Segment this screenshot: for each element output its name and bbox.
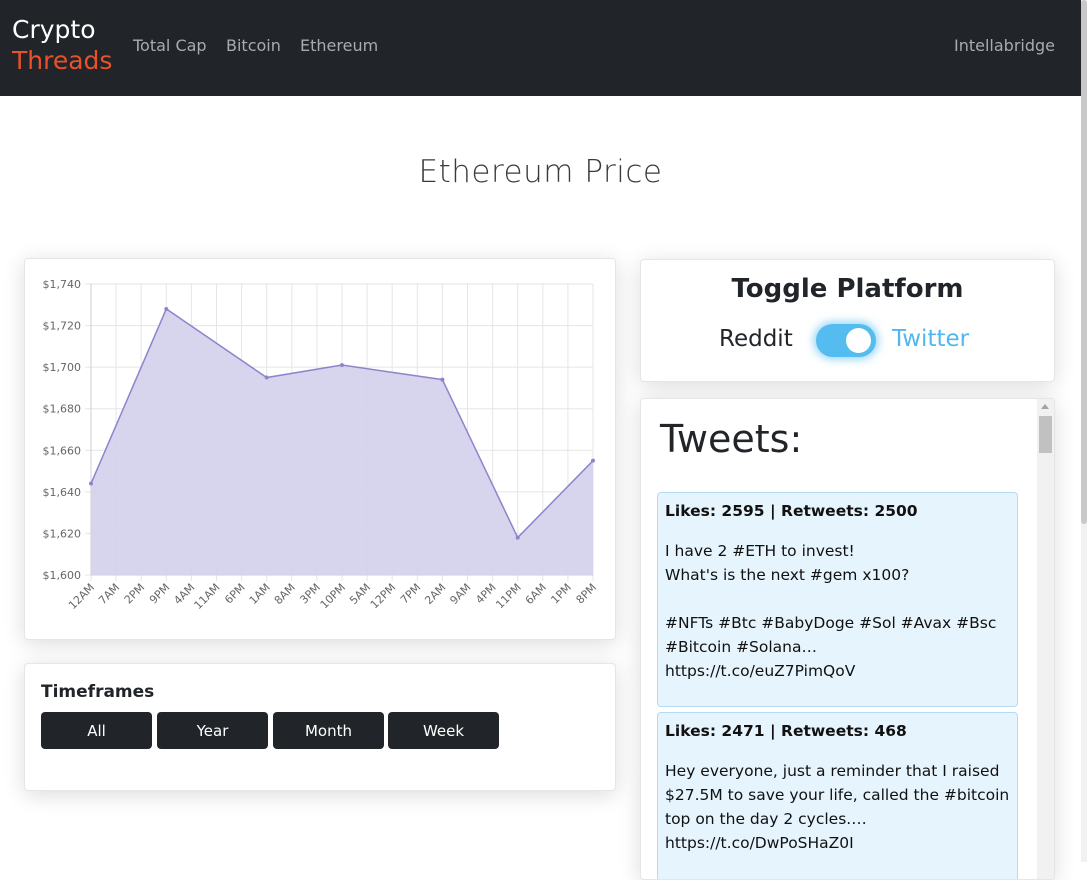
y-tick-label: $1,740 — [43, 278, 82, 291]
x-tick-label: 11AM — [191, 581, 222, 612]
brand-line2: Threads — [12, 46, 113, 75]
tweet-card: Likes: 2471 | Retweets: 468 Hey everyone… — [657, 712, 1018, 879]
tweet-card: Likes: 2595 | Retweets: 2500 I have 2 #E… — [657, 492, 1018, 707]
x-tick-label: 1AM — [247, 581, 273, 607]
brand-line1: Crypto — [12, 15, 96, 44]
y-tick-label: $1,640 — [43, 486, 82, 499]
timeframe-month-button[interactable]: Month — [273, 712, 384, 749]
y-tick-label: $1,720 — [43, 320, 82, 333]
x-tick-label: 2AM — [422, 581, 448, 607]
x-tick-label: 2PM — [122, 581, 148, 607]
x-tick-label: 8AM — [272, 581, 298, 607]
tweet-text: I have 2 #ETH to invest! What's is the n… — [665, 542, 997, 680]
page-scrollbar-thumb[interactable] — [1081, 0, 1087, 524]
x-tick-label: 7PM — [398, 581, 424, 607]
x-tick-label: 7AM — [96, 581, 122, 607]
timeframe-all-button[interactable]: All — [41, 712, 152, 749]
toggle-knob — [846, 328, 871, 353]
toggle-platform-title: Toggle Platform — [731, 274, 964, 304]
x-tick-label: 12AM — [66, 581, 97, 612]
price-point — [515, 535, 520, 540]
price-chart: $1,600 $1,620 $1,640 $1,660 $1,680 $1,700 $1,7… — [43, 278, 600, 612]
x-tick-label: 8PM — [574, 581, 600, 607]
nav-link-ethereum[interactable]: Ethereum — [300, 36, 378, 55]
tweets-scrollbar[interactable] — [1037, 399, 1054, 879]
price-point — [440, 377, 445, 382]
x-tick-label: 9PM — [147, 581, 173, 607]
scroll-up-arrow-icon[interactable] — [1041, 404, 1049, 409]
nav-link-total-cap[interactable]: Total Cap — [133, 36, 207, 55]
y-tick-label: $1,600 — [43, 569, 82, 582]
nav-link-bitcoin[interactable]: Bitcoin — [226, 36, 281, 55]
tweet-stats: Likes: 2471 | Retweets: 468 — [665, 722, 907, 740]
platform-toggle-switch[interactable] — [816, 324, 876, 357]
reddit-label[interactable]: Reddit — [719, 326, 793, 352]
page-title: Ethereum Price — [418, 154, 663, 190]
price-point — [164, 306, 169, 311]
x-tick-label: 10PM — [318, 581, 348, 611]
timeframe-year-button[interactable]: Year — [157, 712, 268, 749]
tweets-scrollbar-thumb[interactable] — [1039, 416, 1052, 453]
timeframes-card: Timeframes All Year Month Week — [24, 663, 616, 791]
y-tick-label: $1,700 — [43, 361, 82, 374]
twitter-label[interactable]: Twitter — [892, 326, 969, 352]
price-point — [340, 363, 344, 368]
nav-link-intellabridge[interactable]: Intellabridge — [954, 36, 1055, 55]
navbar: Crypto Threads Total Cap Bitcoin Ethereu… — [0, 0, 1081, 96]
tweets-panel: Tweets: Likes: 2595 | Retweets: 2500 I h… — [640, 398, 1055, 880]
tweet-text: Hey everyone, just a reminder that I rai… — [665, 762, 1010, 852]
price-point — [89, 481, 93, 486]
x-tick-label: 12PM — [368, 581, 398, 611]
timeframes-title: Timeframes — [41, 682, 155, 702]
y-tick-label: $1,660 — [43, 444, 82, 457]
price-point — [591, 458, 595, 463]
brand-logo[interactable]: Crypto Threads — [12, 14, 112, 76]
x-tick-label: 11PM — [493, 581, 523, 611]
price-chart-card: $1,600 $1,620 $1,640 $1,660 $1,680 $1,700 $1,7… — [24, 258, 616, 640]
toggle-platform-card: Toggle Platform Reddit Twitter — [640, 259, 1055, 382]
x-tick-label: 6PM — [222, 581, 248, 607]
x-tick-label: 6AM — [523, 581, 549, 607]
price-point — [264, 375, 269, 380]
page-scrollbar[interactable] — [1081, 0, 1087, 862]
tweets-heading: Tweets: — [660, 417, 803, 461]
x-tick-label: 9AM — [447, 581, 473, 607]
x-tick-label: 1PM — [548, 581, 574, 607]
tweet-stats: Likes: 2595 | Retweets: 2500 — [665, 502, 918, 520]
y-tick-label: $1,620 — [43, 527, 82, 540]
timeframe-week-button[interactable]: Week — [388, 712, 499, 749]
y-tick-label: $1,680 — [43, 403, 82, 416]
